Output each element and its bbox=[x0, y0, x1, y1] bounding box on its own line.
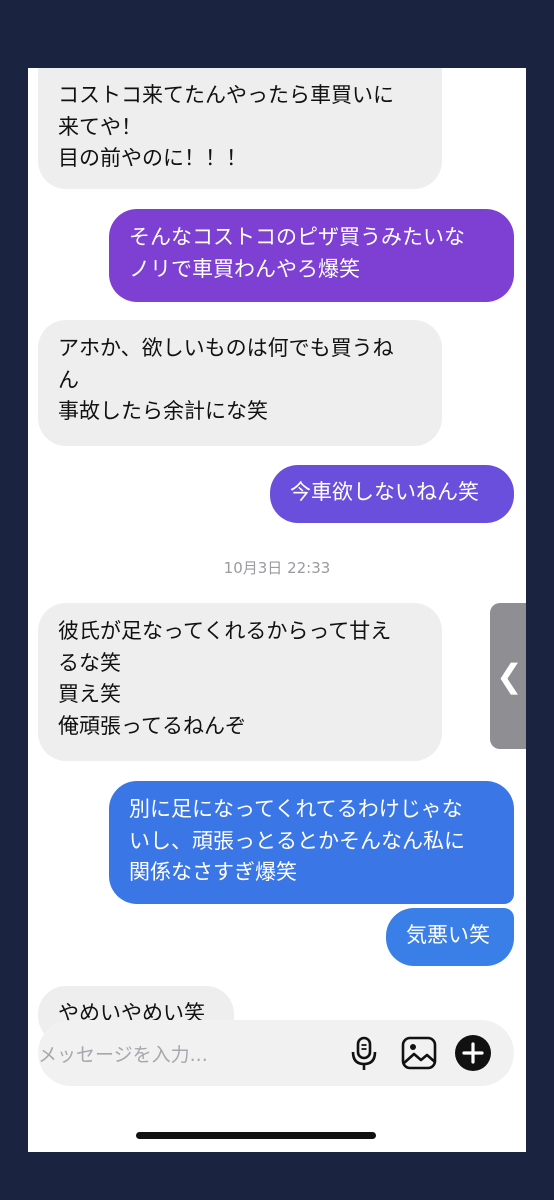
message-received[interactable]: コストコ来てたんやったら車買いに 来てや！ 目の前やのに！！！ bbox=[38, 68, 442, 189]
message-sent[interactable]: そんなコストコのピザ買うみたいな ノリで車買わんやろ爆笑 bbox=[109, 209, 514, 302]
message-input[interactable]: メッセージを入力... bbox=[38, 1040, 208, 1067]
message-sent[interactable]: 気悪い笑 bbox=[386, 908, 514, 966]
message-received[interactable]: アホか、欲しいものは何でも買うね ん 事故したら余計にな笑 bbox=[38, 320, 442, 446]
message-timestamp: 10月3日 22:33 bbox=[223, 559, 331, 577]
plus-icon[interactable] bbox=[454, 1034, 492, 1072]
message-received[interactable]: 彼氏が足なってくれるからって甘え るな笑 買え笑 俺頑張ってるねんぞ bbox=[38, 603, 442, 761]
side-panel-tab[interactable]: ❮ bbox=[490, 603, 526, 749]
message-sent[interactable]: 別に足になってくれてるわけじゃな いし、頑張っとるとかそんなん私に 関係なさすぎ… bbox=[109, 781, 514, 904]
home-indicator[interactable] bbox=[136, 1132, 376, 1139]
chat-screen: コストコ来てたんやったら車買いに 来てや！ 目の前やのに！！！ そんなコストコの… bbox=[28, 68, 526, 1152]
chevron-left-icon: ❮ bbox=[496, 657, 523, 695]
microphone-icon[interactable] bbox=[345, 1034, 383, 1072]
image-icon[interactable] bbox=[400, 1034, 438, 1072]
message-composer[interactable]: メッセージを入力... bbox=[38, 1020, 514, 1086]
message-sent[interactable]: 今車欲しないねん笑 bbox=[270, 465, 514, 523]
